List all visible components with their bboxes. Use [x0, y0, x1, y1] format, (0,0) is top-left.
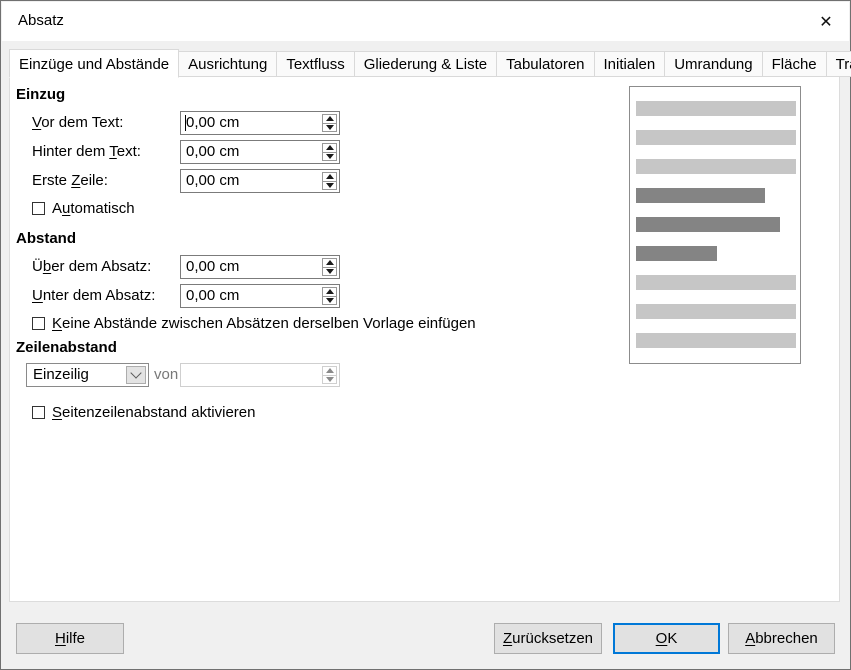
line-spacing-dropdown[interactable]: Einzeilig [26, 363, 149, 387]
spin-up-button[interactable] [323, 144, 336, 152]
preview-bar [636, 188, 765, 203]
dialog-title: Absatz [18, 12, 64, 29]
tab-initialen[interactable]: Initialen [594, 51, 666, 77]
spin-up-button[interactable] [323, 115, 336, 123]
label-ueber-dem-absatz: Über dem Absatz: [32, 255, 151, 279]
cancel-button-label: Abbrechen [745, 630, 818, 647]
arrow-down-icon [326, 269, 334, 274]
close-button[interactable]: ✕ [803, 2, 849, 41]
ok-button-label: OK [656, 630, 678, 647]
arrow-up-icon [326, 116, 334, 121]
preview-bar [636, 101, 796, 116]
indent-before-text-input[interactable]: 0,00 cm [180, 111, 340, 135]
label-von: von [154, 363, 178, 387]
spinner-buttons [322, 366, 337, 384]
help-button[interactable]: Hilfe [16, 623, 124, 654]
spinner-buttons [322, 143, 337, 161]
first-line-indent-input[interactable]: 0,00 cm [180, 169, 340, 193]
preview-bar [636, 304, 796, 319]
section-header-zeilenabstand: Zeilenabstand [16, 339, 117, 356]
checkbox-label: Keine Abstände zwischen Absätzen derselb… [52, 315, 476, 332]
tab-tabulatoren[interactable]: Tabulatoren [496, 51, 594, 77]
spinner-buttons [322, 114, 337, 132]
checkbox-icon [32, 317, 45, 330]
preview-bar [636, 130, 796, 145]
tab-umrandung[interactable]: Umrandung [664, 51, 762, 77]
arrow-down-icon [326, 377, 334, 382]
tab-transparenz[interactable]: Transparenz [826, 51, 851, 77]
tab-einzuege-und-abstaende[interactable]: Einzüge und Abstände [9, 49, 179, 78]
spin-up-button[interactable] [323, 173, 336, 181]
arrow-up-icon [326, 260, 334, 265]
spin-up-button [323, 367, 336, 375]
tab-page-indents-spacing: Einzug Vor dem Text: 0,00 cm Hinter dem … [9, 76, 840, 602]
help-button-label: Hilfe [55, 630, 85, 647]
spinner-buttons [322, 258, 337, 276]
tab-strip: Einzüge und Abstände Ausrichtung Textflu… [9, 48, 851, 77]
spin-down-button[interactable] [323, 296, 336, 305]
preview-bar [636, 333, 796, 348]
ok-button[interactable]: OK [613, 623, 720, 654]
checkbox-icon [32, 406, 45, 419]
spinner-buttons [322, 287, 337, 305]
arrow-up-icon [326, 145, 334, 150]
label-hinter-dem-text: Hinter dem Text: [32, 140, 141, 164]
label-vor-dem-text: Vor dem Text: [32, 111, 123, 135]
arrow-up-icon [326, 289, 334, 294]
close-icon: ✕ [819, 12, 832, 32]
preview-bar [636, 159, 796, 174]
checkbox-seitenzeilenabstand[interactable]: Seitenzeilenabstand aktivieren [32, 404, 255, 421]
preview-bar [636, 217, 780, 232]
spin-down-button [323, 375, 336, 384]
paragraph-dialog: Absatz ✕ Einzüge und Abstände Ausrichtun… [0, 0, 851, 670]
spin-down-button[interactable] [323, 181, 336, 190]
tab-ausrichtung[interactable]: Ausrichtung [178, 51, 277, 77]
spin-up-button[interactable] [323, 288, 336, 296]
section-header-abstand: Abstand [16, 230, 76, 247]
checkbox-icon [32, 202, 45, 215]
chevron-down-icon [130, 367, 141, 378]
spacing-below-paragraph-input[interactable]: 0,00 cm [180, 284, 340, 308]
arrow-down-icon [326, 298, 334, 303]
checkbox-label: Seitenzeilenabstand aktivieren [52, 404, 255, 421]
section-header-einzug: Einzug [16, 86, 65, 103]
checkbox-automatisch[interactable]: Automatisch [32, 200, 135, 217]
indent-after-text-input[interactable]: 0,00 cm [180, 140, 340, 164]
spin-down-button[interactable] [323, 267, 336, 276]
preview-panel [629, 86, 801, 364]
checkbox-label: Automatisch [52, 200, 135, 217]
arrow-down-icon [326, 183, 334, 188]
tab-gliederung-liste[interactable]: Gliederung & Liste [354, 51, 497, 77]
dropdown-button[interactable] [126, 366, 146, 384]
spin-up-button[interactable] [323, 259, 336, 267]
line-spacing-value-input [180, 363, 340, 387]
checkbox-keine-abstaende[interactable]: Keine Abstände zwischen Absätzen derselb… [32, 315, 476, 332]
spacing-above-paragraph-input[interactable]: 0,00 cm [180, 255, 340, 279]
reset-button[interactable]: Zurücksetzen [494, 623, 602, 654]
reset-button-label: Zurücksetzen [503, 630, 593, 647]
tab-flaeche[interactable]: Fläche [762, 51, 827, 77]
arrow-up-icon [326, 368, 334, 373]
arrow-down-icon [326, 125, 334, 130]
preview-bar [636, 275, 796, 290]
arrow-up-icon [326, 174, 334, 179]
spin-down-button[interactable] [323, 123, 336, 132]
label-erste-zeile: Erste Zeile: [32, 169, 108, 193]
title-bar[interactable]: Absatz ✕ [2, 2, 849, 41]
tab-textfluss[interactable]: Textfluss [276, 51, 354, 77]
arrow-down-icon [326, 154, 334, 159]
preview-bar [636, 246, 717, 261]
cancel-button[interactable]: Abbrechen [728, 623, 835, 654]
spinner-buttons [322, 172, 337, 190]
spin-down-button[interactable] [323, 152, 336, 161]
label-unter-dem-absatz: Unter dem Absatz: [32, 284, 155, 308]
